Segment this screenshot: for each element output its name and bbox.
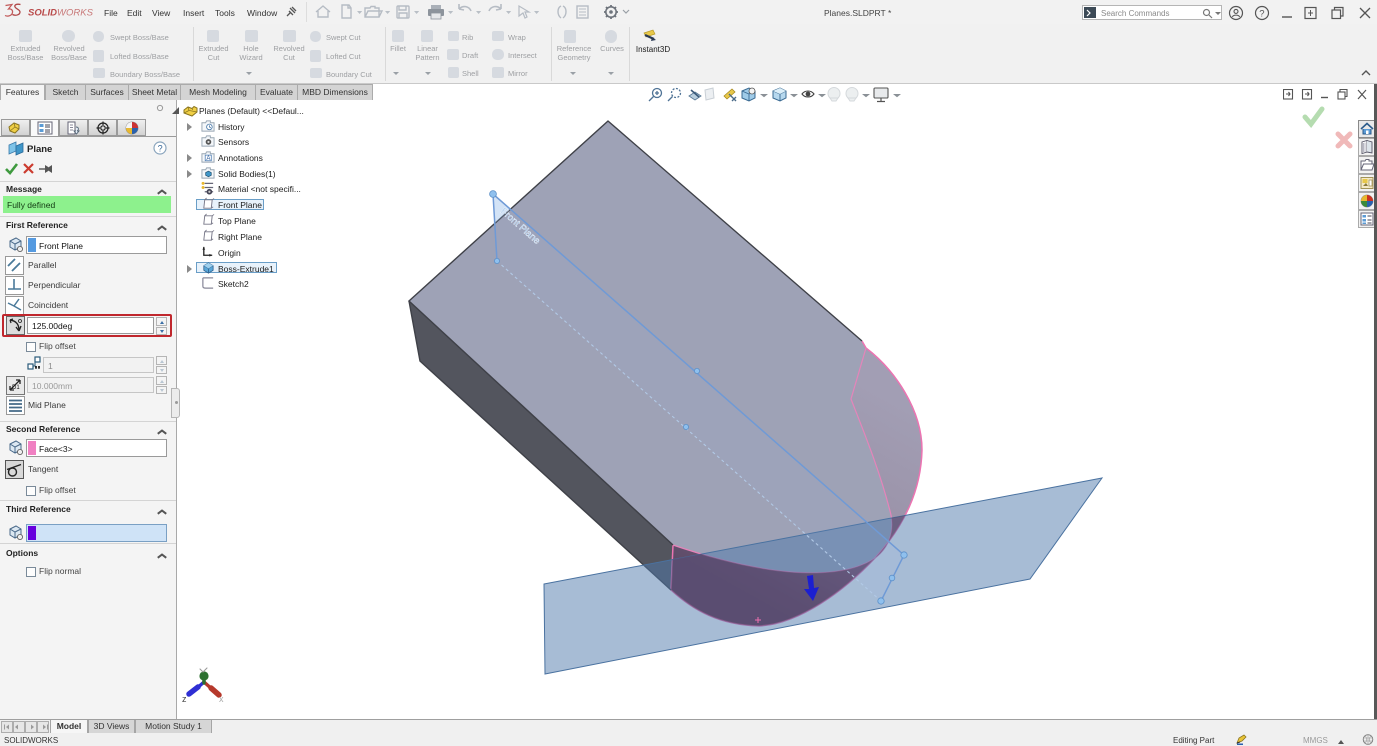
svg-text:SOLIDWORKS: SOLIDWORKS: [28, 8, 94, 19]
svg-text:x: x: [219, 694, 224, 704]
svg-text:D1: D1: [12, 385, 20, 391]
svg-text:z: z: [182, 694, 187, 704]
svg-text:?: ?: [158, 143, 163, 153]
svg-text:?: ?: [1259, 8, 1264, 19]
